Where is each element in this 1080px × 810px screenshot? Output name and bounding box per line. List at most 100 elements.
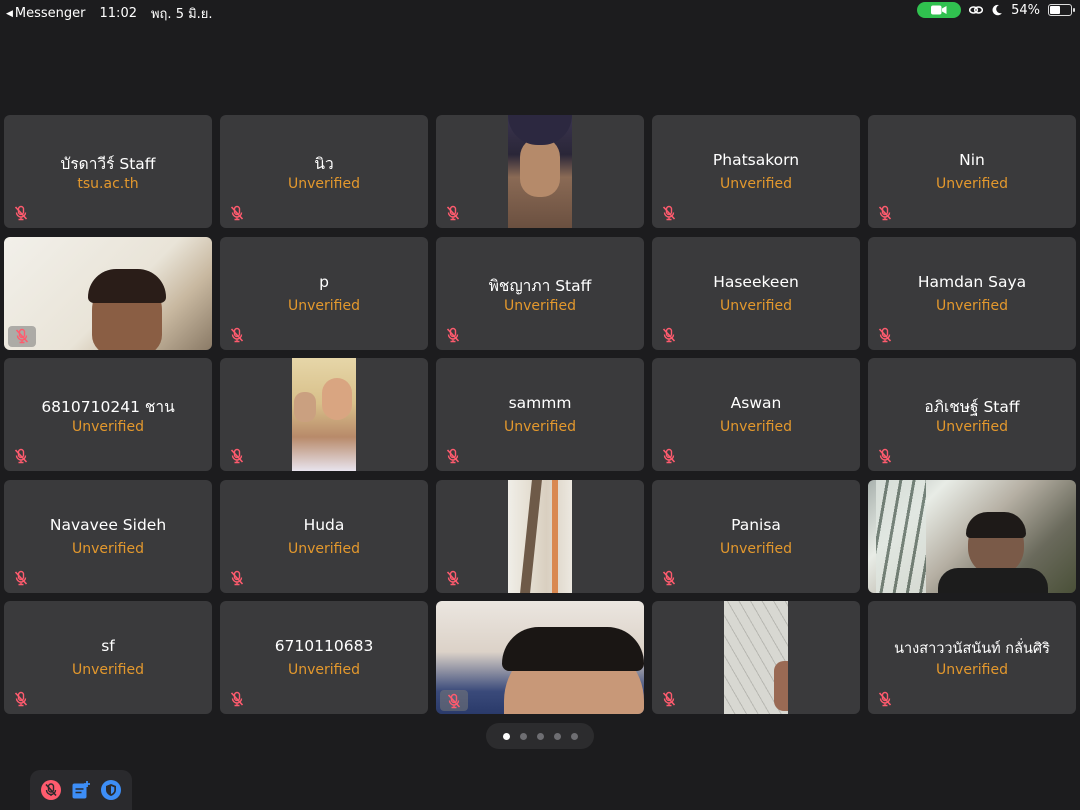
- mic-muted-icon: [662, 570, 676, 585]
- mute-toggle-button[interactable]: [40, 779, 62, 801]
- participant-tile[interactable]: พิชญาภา Staff Unverified: [436, 236, 644, 350]
- participant-name: อภิเชษฐ์ Staff: [924, 398, 1020, 416]
- participant-name: sf: [101, 637, 115, 655]
- mic-muted-icon: [446, 448, 460, 464]
- status-time: 11:02: [99, 6, 137, 21]
- video-feed: [868, 479, 1076, 593]
- participant-grid: บัรดาวีร์ Staff tsu.ac.th นิว Unverified…: [4, 115, 1076, 714]
- battery-level: [1050, 6, 1060, 14]
- battery-nub: [1073, 8, 1075, 12]
- participant-subtitle: tsu.ac.th: [77, 176, 139, 192]
- security-button[interactable]: [100, 779, 122, 801]
- video-pole: [520, 479, 542, 593]
- participant-tile[interactable]: sammm Unverified: [436, 358, 644, 471]
- participant-tile[interactable]: Phatsakorn Unverified: [652, 115, 860, 228]
- mic-muted-icon: [230, 691, 244, 707]
- participant-tile[interactable]: Hamdan Saya Unverified: [868, 236, 1076, 350]
- back-app-name: Messenger: [14, 6, 86, 21]
- page-indicator[interactable]: [486, 723, 594, 749]
- participant-subtitle: Unverified: [936, 662, 1008, 678]
- participant-name: p: [319, 272, 329, 291]
- participant-name: Hamdan Saya: [917, 272, 1027, 291]
- mic-muted-icon: [14, 448, 28, 464]
- participant-tile[interactable]: Haseekeen Unverified: [652, 236, 860, 350]
- participant-subtitle: Unverified: [288, 662, 360, 678]
- participant-subtitle: Unverified: [720, 540, 792, 557]
- video-person-hand: [294, 392, 316, 422]
- mic-muted-icon: [662, 205, 676, 221]
- participant-name: Nin: [959, 151, 985, 169]
- participant-video-tile[interactable]: [436, 479, 644, 593]
- page-dot-3[interactable]: [536, 732, 544, 740]
- battery-percent: 54%: [1011, 2, 1040, 18]
- page-dot-5[interactable]: [570, 732, 578, 740]
- participant-subtitle: Unverified: [72, 540, 144, 557]
- status-bar: ◀ Messenger 11:02 พฤ. 5 มิ.ย. 54%: [0, 0, 1080, 22]
- participant-tile[interactable]: Nin Unverified: [868, 115, 1076, 228]
- back-arrow-icon: ◀: [6, 8, 13, 19]
- video-person-hair: [502, 627, 644, 671]
- camera-icon: [931, 5, 947, 15]
- participant-subtitle: Unverified: [936, 297, 1008, 314]
- mic-muted-icon: [41, 780, 61, 800]
- meeting-toolbar: [30, 770, 132, 810]
- participant-name: บัรดาวีร์ Staff: [60, 155, 156, 173]
- back-to-app-link[interactable]: ◀ Messenger: [6, 6, 86, 21]
- participant-name: 6810710241 ชาน: [41, 398, 175, 416]
- add-notes-icon: [72, 781, 90, 799]
- participant-name: sammm: [508, 394, 572, 412]
- mic-muted-icon: [230, 327, 244, 342]
- page-dot-2[interactable]: [519, 732, 527, 740]
- participant-tile[interactable]: นางสาววนัสนันท์ กลั่นศิริ Unverified: [868, 601, 1076, 714]
- mic-muted-icon: [878, 327, 892, 342]
- battery-icon: [1048, 4, 1075, 16]
- mic-muted-icon: [878, 448, 892, 464]
- participant-video-tile[interactable]: [436, 601, 644, 714]
- video-person-hair: [966, 511, 1026, 538]
- page-dot-4[interactable]: [553, 732, 561, 740]
- shield-icon: [101, 780, 121, 800]
- participant-name: นางสาววนัสนันท์ กลั่นศิริ: [894, 641, 1050, 657]
- participant-tile[interactable]: Huda Unverified: [220, 479, 428, 593]
- mic-muted-icon: [15, 328, 29, 344]
- participant-subtitle: Unverified: [720, 176, 792, 192]
- participant-subtitle: Unverified: [288, 176, 360, 192]
- participant-tile[interactable]: p Unverified: [220, 236, 428, 350]
- participant-subtitle: Unverified: [288, 540, 360, 557]
- participant-tile[interactable]: บัรดาวีร์ Staff tsu.ac.th: [4, 115, 212, 228]
- participant-video-tile[interactable]: [652, 601, 860, 714]
- mic-muted-icon: [14, 691, 28, 707]
- participant-tile[interactable]: อภิเชษฐ์ Staff Unverified: [868, 358, 1076, 471]
- video-person-body: [938, 567, 1048, 593]
- mic-muted-icon: [662, 691, 676, 707]
- participant-tile[interactable]: Aswan Unverified: [652, 358, 860, 471]
- video-person-edge: [774, 661, 788, 711]
- participant-tile[interactable]: 6810710241 ชาน Unverified: [4, 358, 212, 471]
- video-feed: [508, 479, 572, 593]
- participant-subtitle: Unverified: [936, 419, 1008, 435]
- participant-subtitle: Unverified: [72, 662, 144, 678]
- participant-tile[interactable]: Navavee Sideh Unverified: [4, 479, 212, 593]
- video-person-face: [322, 378, 352, 420]
- participant-name: Navavee Sideh: [49, 515, 167, 534]
- mic-muted-icon: [230, 448, 244, 464]
- mic-muted-icon: [230, 570, 244, 585]
- mic-muted-icon: [446, 570, 460, 585]
- participant-video-tile[interactable]: [4, 236, 212, 350]
- participant-tile[interactable]: 6710110683 Unverified: [220, 601, 428, 714]
- video-feed: [724, 601, 788, 714]
- participant-tile[interactable]: Panisa Unverified: [652, 479, 860, 593]
- participant-video-tile[interactable]: [436, 115, 644, 228]
- mic-muted-icon: [662, 327, 676, 342]
- participant-name: นิว: [314, 155, 334, 173]
- notes-button[interactable]: [70, 779, 92, 801]
- participant-tile[interactable]: sf Unverified: [4, 601, 212, 714]
- camera-active-pill[interactable]: [917, 2, 962, 18]
- video-window-frame: [552, 479, 558, 593]
- participant-tile[interactable]: นิว Unverified: [220, 115, 428, 228]
- participant-video-tile[interactable]: [220, 358, 428, 471]
- participant-subtitle: Unverified: [936, 176, 1008, 192]
- participant-subtitle: Unverified: [288, 297, 360, 314]
- participant-video-tile[interactable]: [868, 479, 1076, 593]
- page-dot-1[interactable]: [502, 732, 510, 740]
